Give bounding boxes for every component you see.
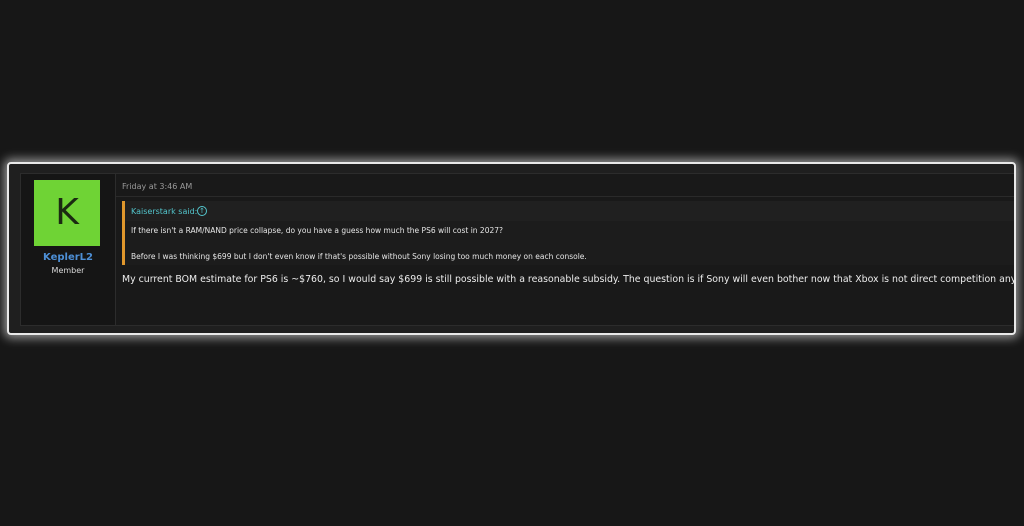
highlight-frame: K KeplerL2 Member Friday at 3:46 AM Kais… [7, 162, 1016, 335]
post-main-cell: Friday at 3:46 AM Kaiserstark said: ↑ If… [116, 174, 1016, 325]
post-body-text: My current BOM estimate for PS6 is ~$760… [122, 274, 1016, 285]
avatar[interactable]: K [34, 180, 100, 246]
quote-text-line: Before I was thinking $699 but I don't e… [131, 252, 587, 261]
quote-text-line: If there isn't a RAM/NAND price collapse… [131, 226, 504, 235]
forum-post: K KeplerL2 Member Friday at 3:46 AM Kais… [20, 173, 1016, 326]
page: K KeplerL2 Member Friday at 3:46 AM Kais… [0, 0, 1024, 526]
quote-block: Kaiserstark said: ↑ If there isn't a RAM… [122, 201, 1014, 265]
quote-author-link[interactable]: Kaiserstark said: [131, 207, 197, 216]
username-link[interactable]: KeplerL2 [21, 252, 115, 263]
divider [116, 196, 1014, 197]
arrow-up-circle-icon[interactable]: ↑ [197, 206, 207, 216]
post-user-cell: K KeplerL2 Member [21, 174, 116, 325]
post-date-link[interactable]: Friday at 3:46 AM [122, 182, 192, 191]
quote-header: Kaiserstark said: ↑ [125, 201, 1014, 221]
user-title: Member [51, 266, 85, 275]
